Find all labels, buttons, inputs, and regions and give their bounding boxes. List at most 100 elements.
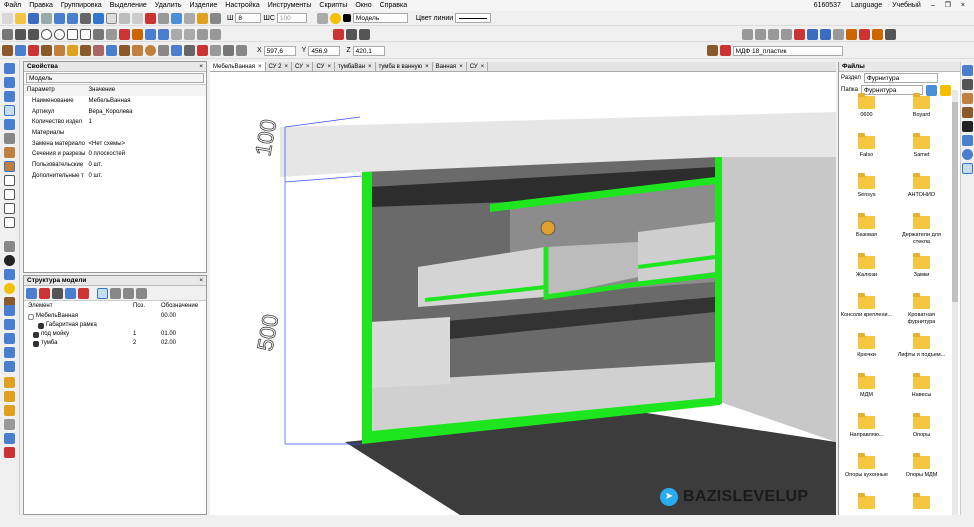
snap-a-icon[interactable]	[333, 28, 344, 40]
tree-filter-icon[interactable]	[110, 287, 121, 299]
move-icon[interactable]	[236, 45, 247, 56]
door-icon[interactable]	[67, 45, 78, 56]
doc-tab[interactable]: СУ 2 ×	[266, 62, 293, 71]
property-row[interactable]: Наименование МебельВанная	[24, 96, 206, 107]
text-icon[interactable]	[210, 28, 221, 40]
zoom-all-icon[interactable]	[833, 28, 844, 40]
line-style-select[interactable]	[455, 13, 492, 23]
rotate-icon[interactable]	[158, 28, 169, 40]
folder-item[interactable]: Лифты и подъем...	[894, 330, 949, 367]
panel4-icon[interactable]	[41, 45, 52, 56]
undo-icon[interactable]	[54, 12, 65, 24]
folder-item[interactable]: Держатели для стекла	[894, 210, 949, 247]
snap-c-icon[interactable]	[359, 28, 370, 40]
print-icon[interactable]	[41, 12, 52, 24]
property-row[interactable]: Пользовательские 0 шт.	[24, 160, 206, 171]
select-type-icon[interactable]	[4, 361, 15, 372]
panel3-icon[interactable]	[28, 45, 39, 56]
dim-linear-icon[interactable]	[171, 28, 182, 40]
select-icon[interactable]	[80, 12, 91, 24]
tree-sort-icon[interactable]	[136, 287, 147, 299]
sigma-icon[interactable]	[962, 121, 973, 132]
tree-row[interactable]: Габаритная рамка	[24, 321, 206, 330]
check-icon[interactable]	[4, 447, 15, 458]
select-cross-icon[interactable]	[4, 333, 15, 344]
box-icon[interactable]	[106, 45, 117, 56]
property-row[interactable]: Сечения и разрезы 0 плоскостей	[24, 149, 206, 160]
doc-tab[interactable]: тумбаВан ×	[335, 62, 376, 71]
select-layer-icon[interactable]	[4, 347, 15, 358]
folder-item[interactable]: Жалюзи	[839, 250, 894, 287]
folder-item[interactable]: Консоли креплени...	[839, 290, 894, 327]
wire-cube2-icon[interactable]	[4, 189, 15, 200]
view-iso-icon[interactable]	[820, 28, 831, 40]
y-field[interactable]: 456,9	[308, 45, 341, 56]
tab-close-icon[interactable]: ×	[285, 64, 289, 70]
rt-tool4-icon[interactable]	[962, 107, 973, 118]
box-face2-icon[interactable]	[4, 161, 15, 172]
polyline-icon[interactable]	[28, 28, 39, 40]
tree-row[interactable]: МебельВанная 00.00	[24, 312, 206, 321]
tree-row[interactable]: под мойку 1 01.00	[24, 330, 206, 339]
printer-icon[interactable]	[316, 12, 328, 24]
profile-icon[interactable]	[93, 45, 104, 56]
axis-icon[interactable]	[223, 45, 234, 56]
fillet-icon[interactable]	[106, 28, 117, 40]
material-picker-icon[interactable]	[706, 45, 718, 56]
grid-icon[interactable]	[119, 12, 130, 24]
folder-item[interactable]: Samet	[894, 130, 949, 167]
tree-hide-icon[interactable]	[39, 287, 50, 299]
z-field[interactable]: 420,1	[352, 45, 385, 56]
folder-item[interactable]: Навесы	[894, 370, 949, 407]
folder-item[interactable]: АНТОНИО	[894, 170, 949, 207]
rt-tool7-icon[interactable]	[962, 149, 973, 160]
polygon-icon[interactable]	[80, 28, 91, 40]
folder-item[interactable]: Замки	[894, 250, 949, 287]
zoom-icon[interactable]	[4, 419, 15, 430]
offset-icon[interactable]	[132, 28, 143, 40]
cube-view2-icon[interactable]	[4, 77, 15, 88]
view-right-icon[interactable]	[781, 28, 792, 40]
orbit-icon[interactable]	[4, 133, 15, 144]
circle-icon[interactable]	[41, 28, 52, 40]
menu-item[interactable]: Справка	[376, 0, 411, 11]
properties-close-icon[interactable]: ×	[199, 62, 203, 72]
wireframe-icon[interactable]	[846, 28, 857, 40]
menu-item[interactable]: Группировка	[57, 0, 106, 11]
tree-list-icon[interactable]	[123, 287, 134, 299]
wire-cube4-icon[interactable]	[4, 217, 15, 228]
report-icon[interactable]	[4, 391, 15, 402]
cube-view5-icon[interactable]	[4, 119, 15, 130]
tab-close-icon[interactable]: ×	[258, 64, 262, 70]
folder-item[interactable]: Boyard	[894, 90, 949, 127]
rt-tool8-icon[interactable]	[962, 163, 973, 174]
doc-tab[interactable]: МебельВанная ×	[210, 62, 266, 71]
material-view-icon[interactable]	[872, 28, 883, 40]
folder-item[interactable]: Опоры кухонные	[839, 450, 894, 487]
tab-close-icon[interactable]: ×	[368, 64, 372, 70]
menu-item[interactable]: Инструменты	[264, 0, 316, 11]
menu-item[interactable]: Удалить	[151, 0, 186, 11]
wire-cube3-icon[interactable]	[4, 203, 15, 214]
menu-item[interactable]: Окно	[351, 0, 375, 11]
material-color-icon[interactable]	[719, 45, 731, 56]
window-controls[interactable]: – ❐ ×	[926, 0, 974, 11]
transform-icon[interactable]	[145, 12, 156, 24]
cube-view4-icon[interactable]	[4, 105, 15, 116]
cube-view3-icon[interactable]	[4, 91, 15, 102]
menu-item[interactable]: Настройка	[221, 0, 263, 11]
view-top-icon[interactable]	[794, 28, 805, 40]
folder-item[interactable]	[894, 490, 949, 527]
mode-menu[interactable]: Учебный	[887, 0, 926, 11]
folder-item[interactable]: Опоры	[894, 410, 949, 447]
view-back-icon[interactable]	[755, 28, 766, 40]
snap-b-icon[interactable]	[346, 28, 357, 40]
arc-icon[interactable]	[93, 28, 104, 40]
menu-item[interactable]: Правка	[25, 0, 57, 11]
box-face-icon[interactable]	[4, 147, 15, 158]
tab-close-icon[interactable]: ×	[327, 64, 331, 70]
property-value[interactable]	[86, 128, 207, 139]
layer-select[interactable]: Модель	[352, 13, 408, 23]
property-row[interactable]: Дополнительные т0 шт.	[24, 171, 206, 182]
select-all-icon[interactable]	[4, 305, 15, 316]
